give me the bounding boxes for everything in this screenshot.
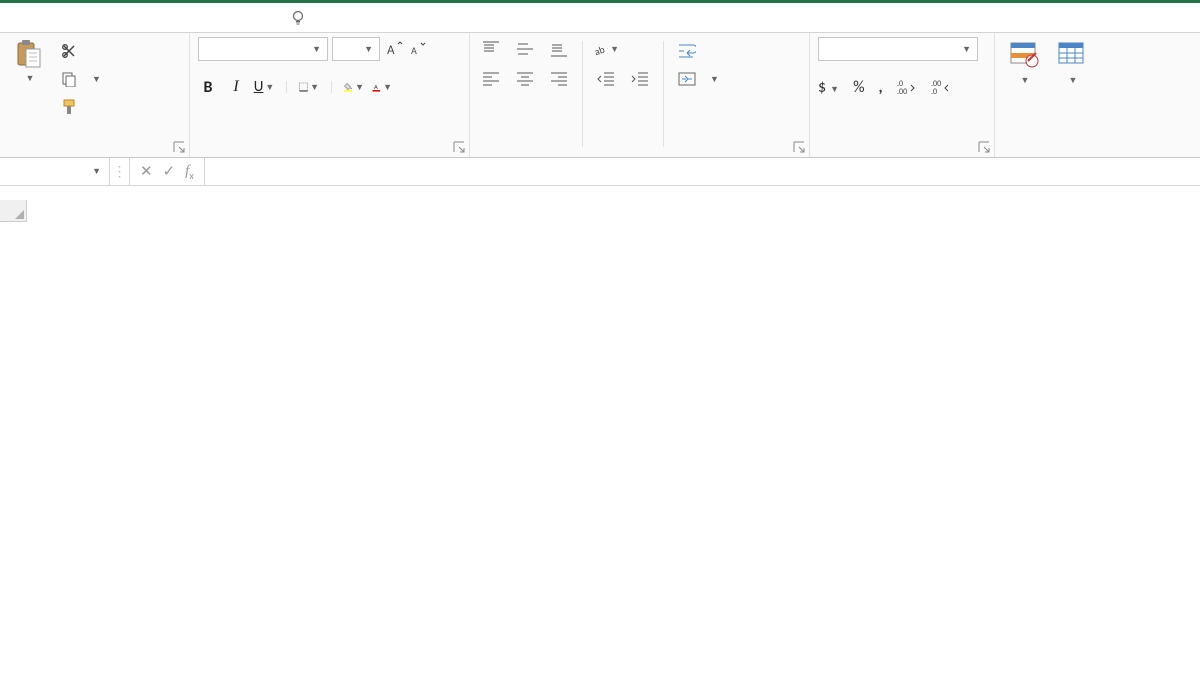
chevron-down-icon: ▼	[92, 166, 101, 177]
chevron-down-icon: ▼	[1021, 75, 1030, 86]
decrease-font-size-button[interactable]: A	[408, 39, 428, 59]
ribbon: ▼ ▼	[0, 33, 1200, 158]
name-box-expand[interactable]: ⋮	[110, 158, 130, 185]
formula-bar: ▼ ⋮ ✕ ✓ fx	[0, 158, 1200, 186]
merge-cells-icon	[678, 70, 696, 88]
chevron-down-icon: ▼	[310, 82, 319, 93]
group-font: ▼ ▼ A A B I U▼ ▼ ▼ A▼	[190, 33, 470, 157]
format-painter-button[interactable]	[56, 95, 105, 119]
cancel-formula-button[interactable]: ✕	[140, 162, 153, 181]
lightbulb-icon	[290, 10, 306, 26]
font-size-combobox[interactable]: ▼	[332, 37, 380, 61]
chevron-down-icon: ▼	[355, 82, 364, 93]
accounting-format-button[interactable]: $ ▼	[818, 78, 839, 97]
font-color-button[interactable]: A▼	[372, 77, 392, 97]
wrap-text-icon	[678, 42, 696, 60]
alignment-dialog-launcher[interactable]	[793, 141, 807, 155]
tell-me-search[interactable]	[290, 10, 314, 26]
percent-format-button[interactable]: %	[853, 78, 864, 97]
group-alignment: ab ▼ ▼	[470, 33, 810, 157]
align-top-button[interactable]	[478, 39, 504, 59]
increase-indent-button[interactable]	[627, 69, 653, 89]
align-middle-button[interactable]	[512, 39, 538, 59]
align-left-button[interactable]	[478, 69, 504, 89]
chevron-down-icon: ▼	[312, 44, 321, 55]
fill-color-button[interactable]: ▼	[344, 77, 364, 97]
increase-font-size-button[interactable]: A	[384, 39, 404, 59]
format-as-table-icon	[1056, 39, 1088, 71]
copy-icon	[60, 70, 78, 88]
format-as-table-button[interactable]: ▼	[1051, 37, 1093, 89]
group-clipboard: ▼ ▼	[0, 33, 190, 157]
font-name-combobox[interactable]: ▼	[198, 37, 328, 61]
merge-center-button[interactable]: ▼	[674, 67, 723, 91]
group-number: ▼ $ ▼ % , .0.00 .00.0	[810, 33, 995, 157]
borders-button[interactable]: ▼	[299, 77, 319, 97]
svg-text:.0: .0	[931, 87, 937, 95]
chevron-down-icon: ▼	[26, 73, 35, 84]
group-font-label	[198, 151, 461, 155]
paste-button[interactable]: ▼	[8, 37, 50, 86]
chevron-down-icon: ▼	[962, 44, 971, 55]
number-dialog-launcher[interactable]	[978, 141, 992, 155]
font-dialog-launcher[interactable]	[453, 141, 467, 155]
paste-icon	[13, 39, 45, 71]
name-box[interactable]: ▼	[0, 158, 110, 185]
decrease-decimal-button[interactable]: .00.0	[931, 77, 951, 97]
formula-editor[interactable]	[205, 158, 1200, 185]
align-center-button[interactable]	[512, 69, 538, 89]
chevron-down-icon: ▼	[1069, 75, 1078, 86]
italic-button[interactable]: I	[226, 77, 246, 97]
svg-text:A: A	[411, 44, 417, 57]
align-right-button[interactable]	[546, 69, 572, 89]
svg-text:A: A	[374, 83, 378, 91]
chevron-down-icon: ▼	[383, 82, 392, 93]
group-styles: ▼ ▼	[995, 33, 1160, 157]
chevron-down-icon: ▼	[610, 44, 619, 55]
enter-formula-button[interactable]: ✓	[163, 162, 176, 181]
chevron-down-icon: ▼	[92, 74, 101, 85]
svg-text:A: A	[387, 43, 395, 58]
insert-function-button[interactable]: fx	[185, 162, 194, 182]
clipboard-dialog-launcher[interactable]	[173, 141, 187, 155]
wrap-text-button[interactable]	[674, 39, 723, 63]
number-format-combobox[interactable]: ▼	[818, 37, 978, 61]
select-all-button[interactable]	[0, 200, 27, 222]
scissors-icon	[60, 42, 78, 60]
conditional-formatting-button[interactable]: ▼	[1003, 37, 1045, 89]
conditional-formatting-icon	[1008, 39, 1040, 71]
align-bottom-button[interactable]	[546, 39, 572, 59]
paintbrush-icon	[60, 98, 78, 116]
ribbon-tabs	[0, 3, 1200, 33]
svg-text:.00: .00	[897, 87, 907, 95]
increase-decimal-button[interactable]: .0.00	[897, 77, 917, 97]
bold-button[interactable]: B	[198, 77, 218, 97]
chevron-down-icon: ▼	[265, 82, 274, 93]
orientation-button[interactable]: ab ▼	[593, 39, 619, 59]
underline-button[interactable]: U▼	[254, 77, 274, 97]
copy-button[interactable]: ▼	[56, 67, 105, 91]
chevron-down-icon: ▼	[364, 44, 373, 55]
chevron-down-icon: ▼	[828, 84, 839, 95]
decrease-indent-button[interactable]	[593, 69, 619, 89]
chevron-down-icon: ▼	[710, 74, 719, 85]
group-clipboard-label	[8, 151, 181, 155]
group-styles-label	[1003, 151, 1152, 155]
group-alignment-label	[478, 151, 801, 155]
group-number-label	[818, 151, 986, 155]
comma-format-button[interactable]: ,	[879, 78, 883, 97]
svg-text:ab: ab	[593, 43, 606, 58]
cut-button[interactable]	[56, 39, 105, 63]
